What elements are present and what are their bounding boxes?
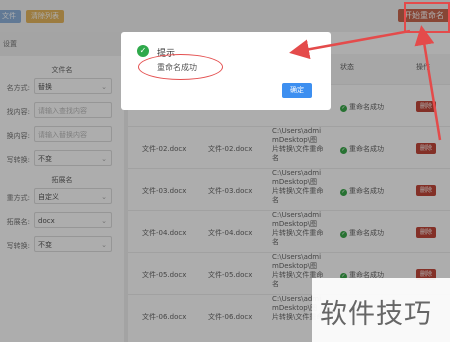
watermark: 软件技巧: [312, 278, 450, 342]
arrow-to-button: [414, 25, 442, 141]
arrow-to-dialog: [289, 29, 411, 60]
watermark-text: 软件技巧: [320, 299, 432, 330]
